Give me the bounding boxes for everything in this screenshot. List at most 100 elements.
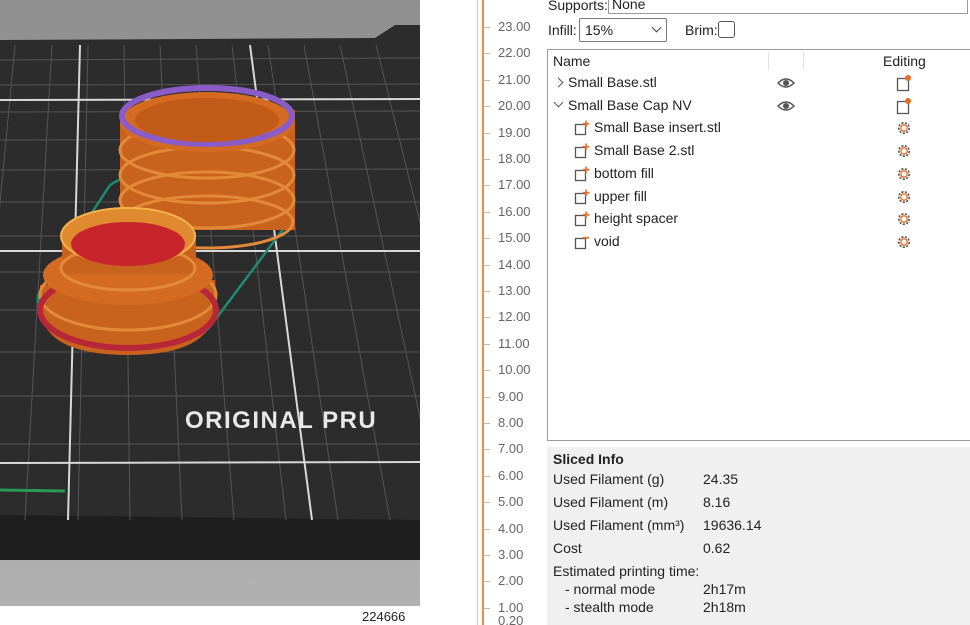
- cost-value: 0.62: [703, 540, 731, 556]
- object-list-header: Name Editing: [548, 50, 970, 72]
- ruler-tick-mark: [483, 238, 490, 240]
- ruler-tick-label: 14.00: [498, 256, 531, 272]
- object-list[interactable]: Name Editing Small Base.stl Small Base Ca…: [547, 49, 970, 441]
- ruler-tick-mark: [483, 528, 490, 530]
- ruler-tick-mark: [483, 343, 490, 345]
- ruler-tick-label: 19.00: [498, 124, 531, 140]
- object-settings-icon[interactable]: [896, 74, 912, 92]
- ruler-tick-mark: [483, 555, 490, 556]
- ruler-tick-mark: [483, 211, 490, 213]
- supports-value: None: [612, 0, 646, 12]
- layer-slider-track[interactable]: [482, 0, 484, 625]
- ruler-tick-label: 12.00: [498, 309, 531, 325]
- ruler-tick-label: 15.00: [498, 230, 531, 246]
- ruler-tick-mark: [483, 159, 490, 160]
- stealth-mode-value: 2h18m: [703, 599, 746, 615]
- ruler-tick-label: 4.00: [498, 520, 524, 536]
- used-filament-m-label: Used Filament (m): [553, 494, 669, 510]
- object-row[interactable]: Small Base Cap NV: [548, 95, 970, 117]
- used-filament-g-value: 24.35: [703, 471, 739, 487]
- volume-row[interactable]: void: [548, 231, 970, 253]
- ruler-tick-mark: [483, 264, 490, 266]
- object-name: Small Base Cap NV: [568, 96, 692, 113]
- object-row[interactable]: Small Base.stl: [548, 72, 970, 94]
- volume-row[interactable]: height spacer: [548, 208, 970, 230]
- used-filament-m-value: 8.16: [703, 494, 731, 510]
- volume-row[interactable]: Small Base 2.stl: [548, 140, 970, 162]
- supports-select[interactable]: None: [608, 0, 968, 14]
- ruler-tick-mark: [483, 581, 490, 583]
- object-name: Small Base.stl: [568, 74, 657, 90]
- sliced-info-title: Sliced Info: [553, 451, 624, 467]
- cost-label: Cost: [553, 540, 582, 556]
- ruler-tick-label: 7.00: [498, 441, 524, 457]
- ruler-tick-label: 3.00: [498, 547, 524, 562]
- ruler-tick-label: 8.00: [498, 415, 524, 430]
- ruler-tick-label: 17.00: [498, 177, 531, 193]
- gear-icon[interactable]: [896, 234, 912, 252]
- settings-panel: Supports: None Infill: 15% Brim: Name Ed…: [546, 0, 970, 625]
- used-filament-mm3-value: 19636.14: [703, 517, 762, 533]
- brim-label: Brim:: [685, 22, 718, 38]
- gear-icon[interactable]: [896, 189, 912, 207]
- eye-icon[interactable]: [776, 99, 796, 113]
- object-counter: 224666: [362, 609, 406, 624]
- ruler-tick-mark: [483, 317, 490, 319]
- ruler-tick-label: 5.00: [498, 494, 524, 510]
- ruler-tick-mark: [483, 132, 490, 134]
- chevron-down-icon: [651, 22, 662, 33]
- ruler-tick-label: 23.00: [498, 19, 531, 34]
- volume-row[interactable]: bottom fill: [548, 163, 970, 185]
- infill-select[interactable]: 15%: [579, 18, 667, 42]
- object-settings-icon[interactable]: [896, 97, 912, 115]
- volume-name: void: [594, 232, 620, 249]
- volume-name: Small Base insert.stl: [594, 119, 721, 136]
- gear-icon[interactable]: [896, 120, 912, 138]
- ruler-tick-label: 18.00: [498, 151, 531, 166]
- volume-row[interactable]: Small Base insert.stl: [548, 117, 970, 139]
- layer-slider-rail: [477, 0, 478, 625]
- ruler-tick-label: 6.00: [498, 467, 524, 483]
- ruler-tick-label: 1.00: [498, 599, 524, 615]
- brim-checkbox[interactable]: [718, 21, 735, 38]
- used-filament-g-label: Used Filament (g): [553, 471, 665, 487]
- add-part-icon: [574, 120, 590, 136]
- ruler-tick-label: 13.00: [498, 283, 531, 298]
- gear-icon[interactable]: [896, 166, 912, 184]
- layer-slider[interactable]: 23.00 22.00 21.00 20.00 19.00 18.00 17.00 16.00…: [470, 0, 546, 625]
- ruler-tick-mark: [483, 370, 490, 372]
- infill-value: 15%: [585, 22, 614, 38]
- chevron-down-icon[interactable]: [553, 97, 564, 108]
- stealth-mode-label: - stealth mode: [565, 599, 654, 615]
- ruler-tick-mark: [483, 607, 490, 609]
- column-header-editing[interactable]: Editing: [883, 53, 926, 69]
- volume-row[interactable]: upper fill: [548, 186, 970, 208]
- ruler-tick-mark: [483, 475, 490, 477]
- ruler-tick-label: 22.00: [498, 45, 531, 61]
- volume-name: Small Base 2.stl: [594, 142, 695, 159]
- ruler-tick-mark: [483, 396, 490, 398]
- normal-mode-label: - normal mode: [565, 581, 656, 597]
- supports-label: Supports:: [548, 0, 608, 13]
- volume-name: bottom fill: [594, 164, 654, 181]
- print-bed-scene: ORIGINAL PRU: [0, 25, 420, 560]
- ruler-tick-label: 9.00: [498, 388, 524, 404]
- sliced-info-panel: Sliced Info Used Filament (g) 24.35 Used…: [547, 447, 970, 625]
- normal-mode-value: 2h17m: [703, 581, 746, 597]
- ruler-tick-mark: [483, 79, 490, 81]
- gear-icon[interactable]: [896, 211, 912, 229]
- gear-icon[interactable]: [896, 143, 912, 161]
- bed-logo-text: ORIGINAL PRU: [185, 407, 377, 434]
- eye-icon[interactable]: [776, 76, 796, 90]
- ruler-tick-label: 10.00: [498, 362, 531, 378]
- chevron-right-icon[interactable]: [553, 77, 564, 88]
- infill-label: Infill:: [548, 22, 577, 38]
- column-header-name[interactable]: Name: [553, 53, 590, 69]
- volume-name: upper fill: [594, 187, 647, 204]
- ruler-tick-mark: [483, 423, 490, 424]
- volume-name: height spacer: [594, 210, 679, 227]
- ruler-tick-mark: [483, 53, 490, 55]
- ruler-tick-mark: [483, 449, 490, 451]
- 3d-viewport[interactable]: ORIGINAL PRU: [0, 0, 420, 606]
- add-part-icon: [574, 211, 590, 227]
